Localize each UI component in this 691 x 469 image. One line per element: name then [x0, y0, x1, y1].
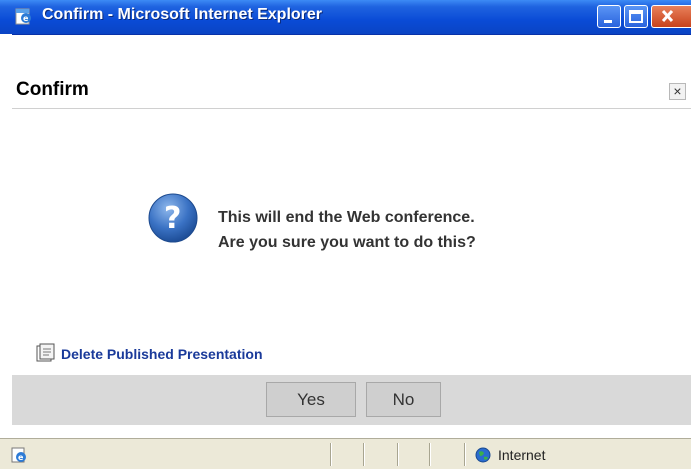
status-divider [429, 443, 431, 466]
question-icon: ? [148, 193, 198, 243]
status-divider [330, 443, 332, 466]
status-divider [464, 443, 466, 466]
presentation-icon [36, 343, 55, 362]
security-zone-label: Internet [498, 447, 546, 463]
close-icon [661, 9, 674, 23]
confirm-message: This will end the Web conference. Are yo… [218, 205, 476, 255]
window-close-button[interactable] [651, 5, 691, 28]
no-button[interactable]: No [366, 382, 441, 417]
page-status-icon: e [11, 447, 26, 463]
window-left-edge [0, 34, 12, 438]
maximize-icon [629, 10, 643, 23]
svg-text:e: e [18, 453, 24, 462]
status-divider [397, 443, 399, 466]
status-divider [363, 443, 365, 466]
message-line-2: Are you sure you want to do this? [218, 234, 476, 251]
delete-presentation-label[interactable]: Delete Published Presentation [61, 346, 263, 362]
dialog-title: Confirm [16, 79, 89, 100]
title-bar[interactable]: e Confirm - Microsoft Internet Explorer [0, 0, 691, 35]
yes-button[interactable]: Yes [266, 382, 356, 417]
maximize-button[interactable] [624, 5, 648, 28]
button-bar: Yes No [12, 375, 691, 425]
message-line-1: This will end the Web conference. [218, 209, 475, 226]
window-title: Confirm - Microsoft Internet Explorer [42, 6, 323, 23]
dialog-header: Confirm × [12, 74, 691, 109]
globe-icon [475, 447, 491, 463]
dialog-close-button[interactable]: × [669, 83, 686, 100]
ie-window: e Confirm - Microsoft Internet Explorer … [0, 0, 691, 469]
minimize-button[interactable] [597, 5, 621, 28]
ie-page-icon: e [15, 8, 31, 25]
svg-text:?: ? [164, 201, 181, 236]
minimize-icon [604, 20, 612, 23]
status-bar: e Internet [0, 438, 691, 469]
svg-text:e: e [23, 14, 29, 23]
